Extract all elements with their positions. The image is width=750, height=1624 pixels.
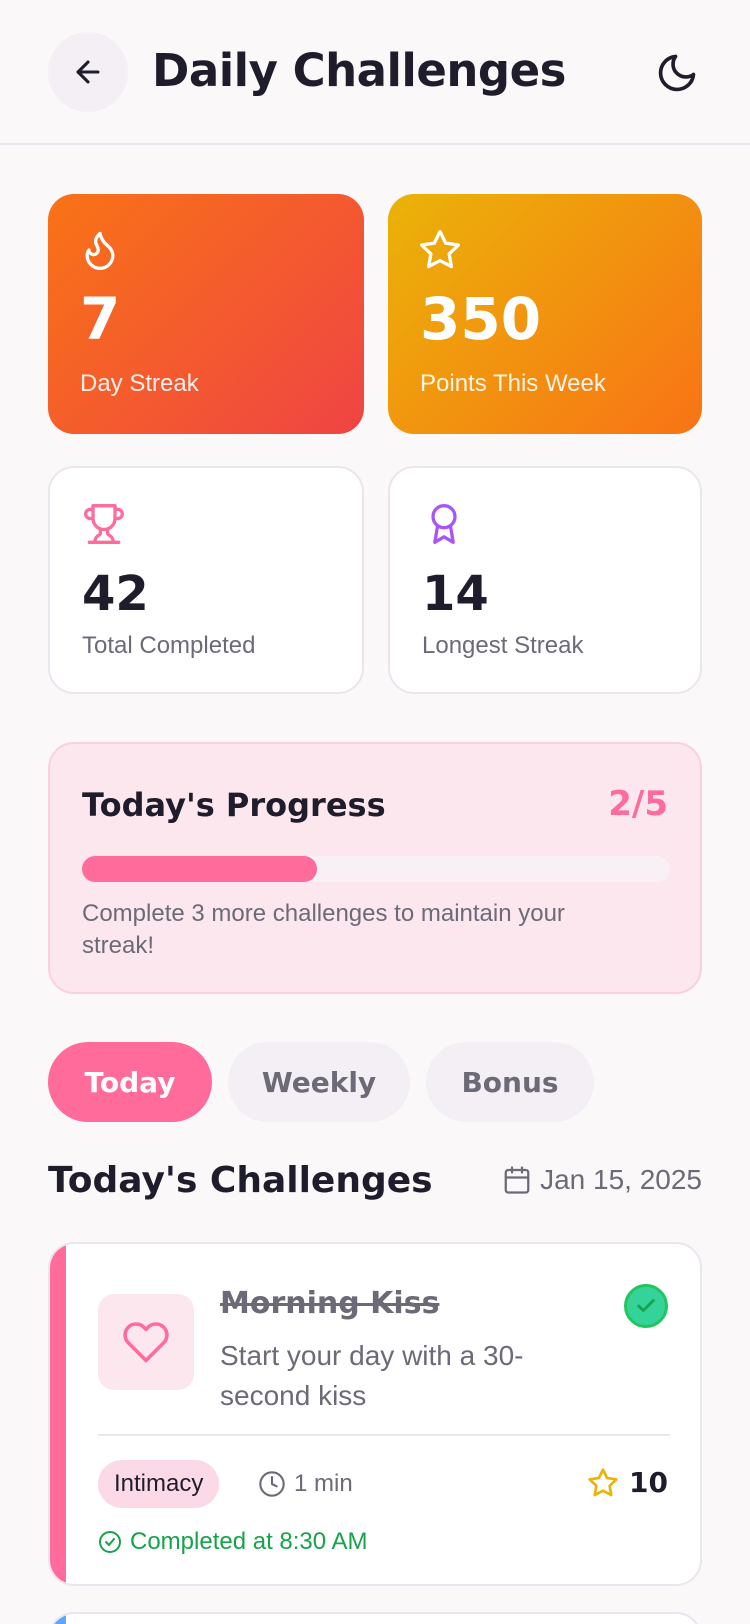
back-button[interactable] [48, 32, 128, 112]
challenge-divider [98, 1434, 670, 1436]
progress-bar [82, 856, 670, 882]
completed-checkbox[interactable] [624, 1284, 668, 1328]
check-circle-icon [99, 1531, 121, 1553]
todays-progress-card: Today's Progress 2/5 Complete 3 more cha… [48, 742, 702, 994]
page-title: Daily Challenges [152, 44, 566, 97]
flame-icon [85, 231, 115, 270]
challenge-tabs: Today Weekly Bonus [48, 1042, 594, 1122]
challenge-duration: 1 min [258, 1470, 353, 1498]
tab-weekly[interactable]: Weekly [228, 1042, 410, 1122]
trophy-icon [84, 504, 124, 544]
challenge-points: 10 [587, 1466, 668, 1499]
challenge-card[interactable]: Morning Kiss Start your day with a 30-se… [48, 1242, 702, 1586]
day-streak-label: Day Streak [80, 370, 199, 397]
longest-streak-value: 14 [422, 566, 489, 622]
day-streak-value: 7 [80, 285, 121, 353]
progress-bar-fill [82, 856, 318, 882]
challenge-title: Morning Kiss [220, 1286, 440, 1321]
completed-status: Completed at 8:30 AM [98, 1528, 367, 1556]
weekly-points-label: Points This Week [420, 370, 606, 397]
calendar-icon [504, 1166, 530, 1194]
total-completed-label: Total Completed [82, 632, 256, 659]
completed-text: Completed at 8:30 AM [130, 1528, 368, 1555]
moon-icon [658, 54, 696, 92]
longest-streak-label: Longest Streak [422, 632, 584, 659]
theme-toggle-button[interactable] [652, 48, 702, 98]
star-icon [420, 230, 460, 269]
award-icon [431, 504, 457, 544]
arrow-left-icon [76, 60, 100, 84]
total-completed-value: 42 [82, 566, 149, 622]
longest-streak-card: 14 Longest Streak [388, 466, 702, 694]
clock-icon [259, 1471, 285, 1497]
star-icon [588, 1467, 618, 1496]
heart-icon [123, 1322, 169, 1363]
progress-note: Complete 3 more challenges to maintain y… [82, 900, 565, 959]
challenge-card-next[interactable] [48, 1612, 702, 1624]
day-streak-card: 7 Day Streak [48, 194, 364, 434]
challenge-accent-bar [50, 1614, 66, 1624]
section-date-text: Jan 15, 2025 [540, 1164, 702, 1195]
section-date: Jan 15, 2025 [502, 1164, 702, 1196]
weekly-points-value: 350 [420, 285, 542, 353]
progress-count: 2/5 [608, 784, 668, 824]
tab-today[interactable]: Today [48, 1042, 212, 1122]
progress-title: Today's Progress [82, 786, 386, 824]
duration-text: 1 min [294, 1470, 353, 1497]
challenge-description: Start your day with a 30-second kiss [220, 1340, 524, 1411]
section-title: Today's Challenges [48, 1160, 433, 1201]
category-badge: Intimacy [98, 1460, 220, 1508]
check-icon [637, 1299, 655, 1312]
weekly-points-card: 350 Points This Week [388, 194, 702, 434]
total-completed-card: 42 Total Completed [48, 466, 364, 694]
points-value: 10 [629, 1466, 668, 1499]
tab-bonus[interactable]: Bonus [426, 1042, 594, 1122]
app-header: Daily Challenges [0, 0, 750, 145]
challenge-icon-box [98, 1294, 194, 1390]
challenge-accent-bar [50, 1244, 66, 1584]
